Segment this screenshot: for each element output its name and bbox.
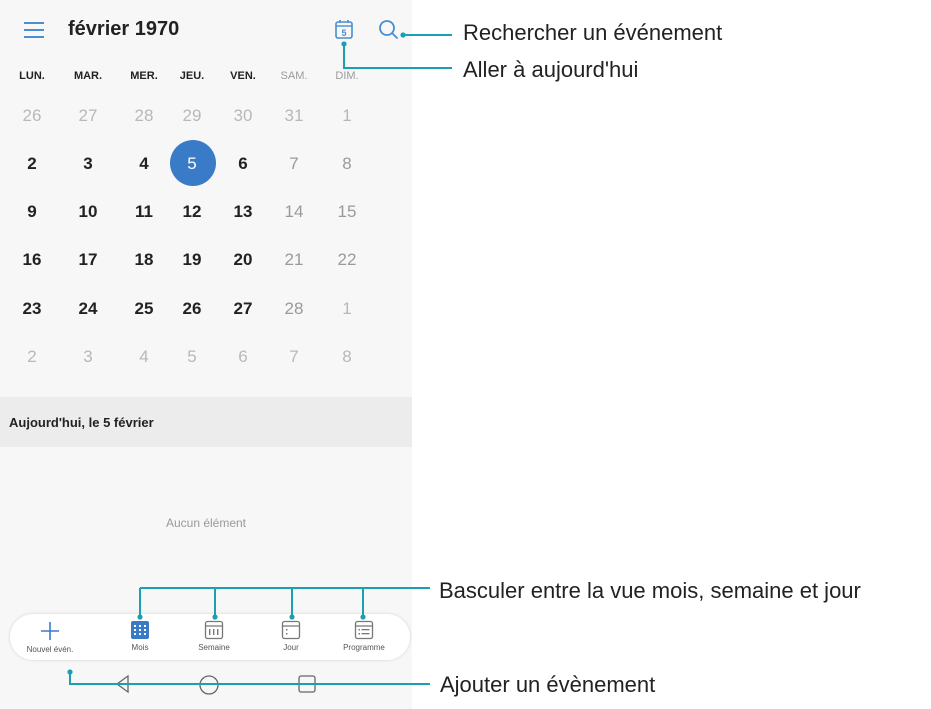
day-cell[interactable]: 28	[269, 291, 319, 327]
day-cell[interactable]: 2	[7, 339, 57, 375]
recent-apps-icon[interactable]	[297, 674, 317, 694]
day-cell[interactable]: 5	[167, 339, 217, 375]
day-cell[interactable]: 3	[63, 146, 113, 182]
month-grid: LUN. MAR. MER. JEU. VEN. SAM. DIM. 26 27 28 29 30 31…	[0, 0, 412, 400]
day-cell[interactable]: 11	[119, 194, 169, 230]
annotation-search: Rechercher un événement	[463, 20, 723, 45]
system-nav-bar	[0, 664, 412, 709]
day-cell[interactable]: 29	[167, 98, 217, 134]
weekday-header: SAM.	[280, 70, 308, 82]
day-cell[interactable]: 15	[322, 194, 372, 230]
day-cell[interactable]: 18	[119, 242, 169, 278]
tab-day-label: Jour	[283, 643, 299, 652]
tab-week-label: Semaine	[198, 643, 230, 652]
day-cell[interactable]: 20	[218, 242, 268, 278]
annotation-switch-view: Basculer entre la vue mois, semaine et j…	[439, 578, 861, 603]
today-label: Aujourd'hui, le 5 février	[9, 415, 154, 430]
agenda-view-icon	[354, 620, 374, 640]
selected-day-cell[interactable]: 5	[167, 140, 217, 186]
day-cell[interactable]: 12	[167, 194, 217, 230]
day-cell[interactable]: 27	[63, 98, 113, 134]
month-view-icon	[131, 621, 149, 639]
day-cell[interactable]: 9	[7, 194, 57, 230]
weekday-header: JEU.	[179, 70, 205, 82]
new-event-button[interactable]: Nouvel évén.	[10, 616, 90, 654]
day-cell[interactable]: 7	[269, 339, 319, 375]
day-cell[interactable]: 24	[63, 291, 113, 327]
day-cell[interactable]: 2	[7, 146, 57, 182]
day-cell[interactable]: 1	[322, 98, 372, 134]
day-cell[interactable]: 27	[218, 291, 268, 327]
day-view-icon	[281, 620, 301, 640]
day-cell[interactable]: 10	[63, 194, 113, 230]
home-icon[interactable]	[198, 674, 220, 696]
tab-day[interactable]: Jour	[251, 616, 331, 652]
week-view-icon	[204, 620, 224, 640]
day-cell[interactable]: 30	[218, 98, 268, 134]
calendar-app-screen: février 1970 5 LUN. MAR. MER. JEU. VEN. SAM. D…	[0, 0, 412, 709]
no-events-message: Aucun élément	[165, 516, 247, 530]
day-cell[interactable]: 21	[269, 242, 319, 278]
day-cell[interactable]: 19	[167, 242, 217, 278]
tab-week[interactable]: Semaine	[174, 616, 254, 652]
day-cell[interactable]: 23	[7, 291, 57, 327]
day-cell[interactable]: 4	[119, 146, 169, 182]
day-cell[interactable]: 8	[322, 339, 372, 375]
day-cell[interactable]: 14	[269, 194, 319, 230]
today-section-header: Aujourd'hui, le 5 février	[0, 397, 412, 447]
weekday-header: DIM.	[335, 70, 359, 82]
day-cell[interactable]: 8	[322, 146, 372, 182]
day-cell[interactable]: 3	[63, 339, 113, 375]
tab-month-label: Mois	[131, 643, 149, 652]
day-cell[interactable]: 13	[218, 194, 268, 230]
bottom-toolbar: Nouvel évén. Mois Semaine Jour Programme	[10, 614, 410, 660]
annotation-add-event: Ajouter un évènement	[440, 672, 656, 697]
day-cell[interactable]: 31	[269, 98, 319, 134]
tab-agenda[interactable]: Programme	[324, 616, 404, 652]
new-event-label: Nouvel évén.	[26, 645, 74, 654]
weekday-header: MAR.	[73, 70, 103, 82]
tab-month[interactable]: Mois	[100, 616, 180, 652]
day-cell[interactable]: 26	[7, 98, 57, 134]
weekday-header: MER.	[130, 70, 158, 82]
day-cell[interactable]: 4	[119, 339, 169, 375]
day-cell[interactable]: 28	[119, 98, 169, 134]
weekday-header: VEN.	[230, 70, 256, 82]
day-cell[interactable]: 17	[63, 242, 113, 278]
day-cell[interactable]: 26	[167, 291, 217, 327]
day-cell[interactable]: 6	[218, 339, 268, 375]
day-cell[interactable]: 1	[322, 291, 372, 327]
weekday-header: LUN.	[19, 70, 45, 82]
plus-icon	[41, 622, 59, 640]
day-cell[interactable]: 16	[7, 242, 57, 278]
day-cell[interactable]: 7	[269, 146, 319, 182]
tab-agenda-label: Programme	[343, 643, 385, 652]
day-cell[interactable]: 22	[322, 242, 372, 278]
annotation-today: Aller à aujourd'hui	[463, 57, 639, 82]
day-cell[interactable]: 25	[119, 291, 169, 327]
back-icon[interactable]	[114, 674, 130, 694]
day-cell[interactable]: 6	[218, 146, 268, 182]
